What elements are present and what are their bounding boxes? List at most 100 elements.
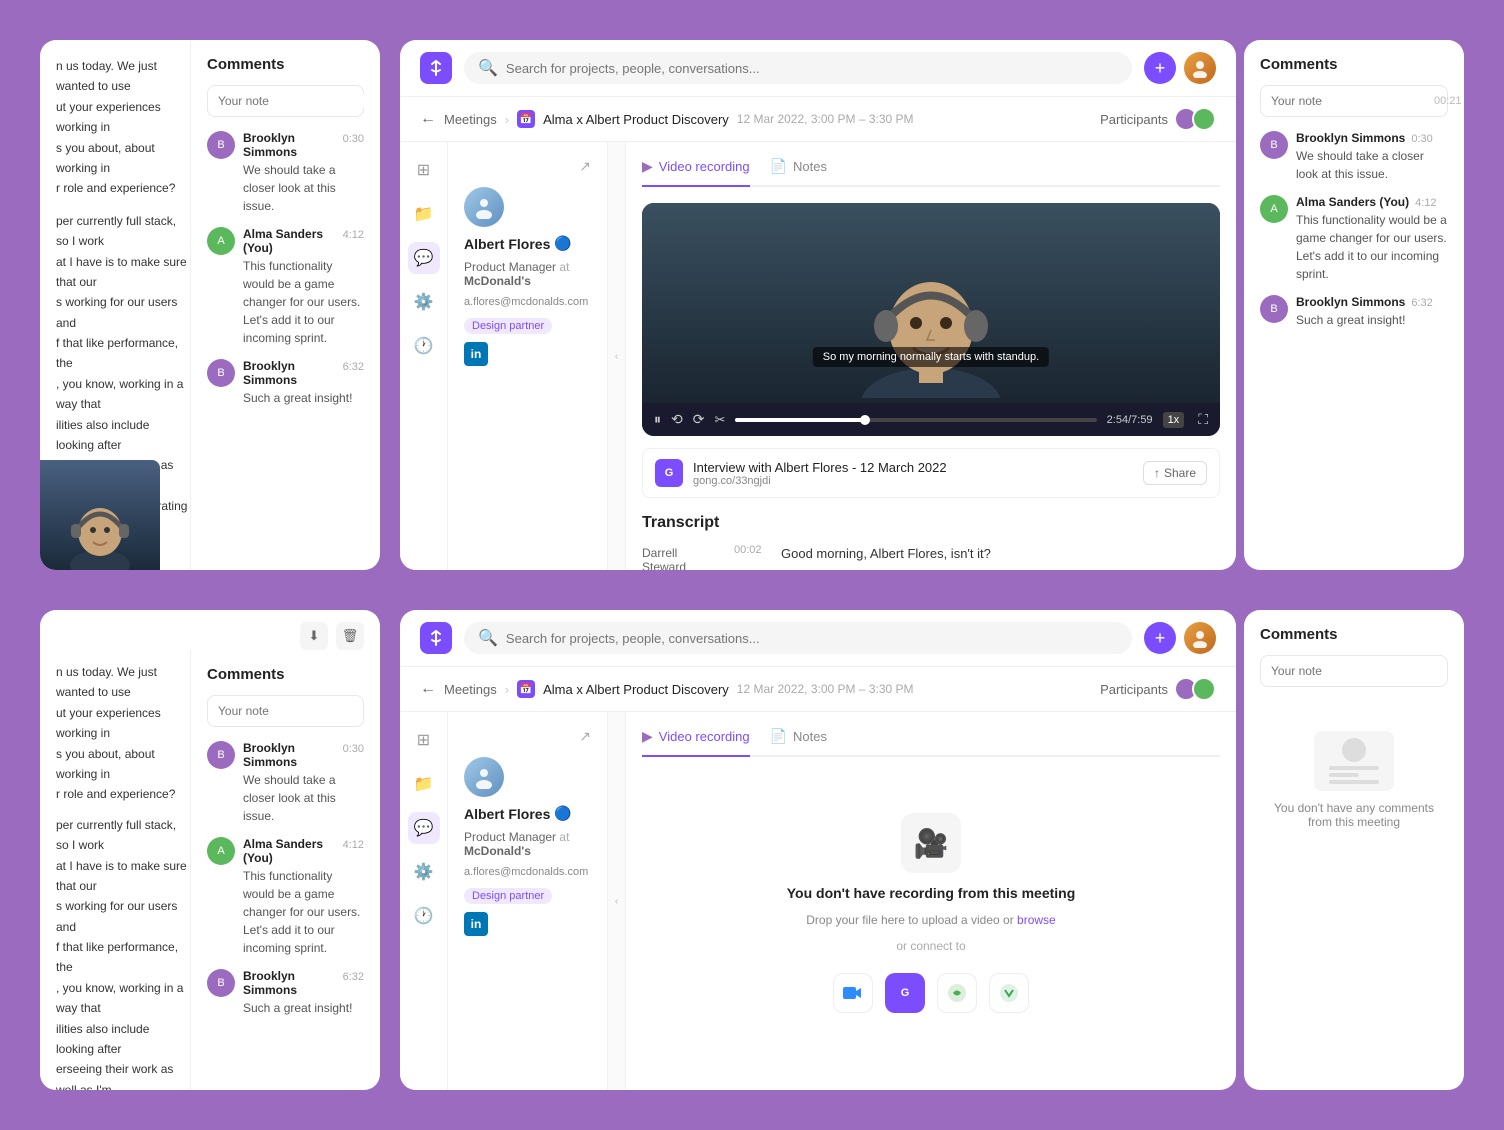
comment-item: B Brooklyn Simmons 6:32 Such a great ins… — [207, 359, 364, 407]
sidebar-icon-grid-b[interactable]: ⊞ — [408, 724, 440, 756]
expand-sidebar-button-bottom[interactable]: ‹ — [608, 712, 626, 1090]
comment-avatar: A — [207, 227, 235, 255]
comment-time-r2: 4:12 — [1415, 197, 1436, 209]
comment-author: Brooklyn Simmons — [243, 359, 337, 387]
note-input-area[interactable]: 00:21 — [207, 85, 364, 117]
search-input-bottom[interactable] — [506, 631, 1118, 646]
share-button[interactable]: ↑ Share — [1143, 461, 1207, 485]
search-icon-bottom: 🔍 — [478, 628, 498, 648]
transcript-partial: n us today. We just wanted to use ut you… — [56, 56, 190, 199]
note-text-bottom[interactable] — [218, 704, 373, 718]
sidebar-icon-grid[interactable]: ⊞ — [408, 154, 440, 186]
comment-content-r2: Alma Sanders (You) 4:12 This functionali… — [1296, 195, 1448, 283]
meetings-link-bottom[interactable]: Meetings — [444, 682, 497, 697]
app-header-bottom: 🔍 + — [400, 610, 1236, 667]
sidebar-icon-chat[interactable]: 💬 — [408, 242, 440, 274]
contact-avatar — [464, 187, 504, 227]
note-text-right[interactable] — [1271, 94, 1426, 108]
video-tab-icon-b: ▶ — [642, 728, 653, 745]
user-avatar-bottom[interactable] — [1184, 622, 1216, 654]
meeting-name-bottom: Alma x Albert Product Discovery — [543, 682, 729, 697]
tab-notes[interactable]: 📄 Notes — [770, 158, 827, 187]
note-time-right: 00:21 — [1434, 95, 1462, 107]
search-bar-bottom[interactable]: 🔍 — [464, 622, 1132, 654]
comment-time: 0:30 — [343, 133, 364, 145]
chorus-icon[interactable] — [937, 973, 977, 1013]
linkedin-icon[interactable]: in — [464, 342, 488, 366]
tab-notes-bottom[interactable]: 📄 Notes — [770, 728, 827, 757]
comment-item-r1: B Brooklyn Simmons 0:30 We should take a… — [1260, 131, 1448, 183]
trash-button[interactable]: 🗑 — [336, 622, 364, 650]
sidebar-icon-clock[interactable]: 🕐 — [408, 330, 440, 362]
add-button-bottom[interactable]: + — [1144, 622, 1176, 654]
sidebar-icon-chat-b[interactable]: 💬 — [408, 812, 440, 844]
transcript-text: Good morning, Albert Flores, isn't it? — [781, 544, 991, 570]
note-text-input[interactable] — [218, 94, 373, 108]
comment-avatar: B — [207, 131, 235, 159]
tab-video-recording-bottom[interactable]: ▶ Video recording — [642, 728, 750, 757]
comments-title-bottom-partial: Comments — [207, 666, 364, 683]
play-pause-button[interactable]: ⏸ — [654, 411, 661, 428]
app-header: 🔍 + — [400, 40, 1236, 97]
download-button[interactable]: ⬇ — [300, 622, 328, 650]
no-comments-state: You don't have any comments from this me… — [1260, 701, 1448, 859]
expand-sidebar-button[interactable]: ‹ — [608, 142, 626, 570]
user-avatar[interactable] — [1184, 52, 1216, 84]
transcript-row: Darrell Steward 00:02 Good morning, Albe… — [642, 544, 1220, 570]
speed-button[interactable]: 1x — [1163, 412, 1185, 428]
note-text-right-bottom[interactable] — [1271, 664, 1437, 678]
contact-role-bottom: Product Manager at McDonald's — [464, 830, 591, 858]
comment-content-b2: Alma Sanders (You) 4:12 This functionali… — [243, 837, 364, 957]
progress-bar[interactable] — [735, 418, 1096, 422]
sidebar-icon-folder-b[interactable]: 📁 — [408, 768, 440, 800]
comment-time: 4:12 — [343, 229, 364, 241]
back-button[interactable]: ← — [420, 110, 436, 128]
app-icon[interactable] — [989, 973, 1029, 1013]
forward-button[interactable]: ⟳ — [693, 411, 705, 428]
external-link-icon-b[interactable]: ↗ — [579, 728, 591, 745]
tab-video-recording[interactable]: ▶ Video recording — [642, 158, 750, 187]
comment-text: We should take a closer look at this iss… — [243, 161, 364, 215]
scissors-button[interactable]: ✂ — [714, 412, 725, 428]
contact-role: Product Manager at McDonald's — [464, 260, 591, 288]
comment-item: B Brooklyn Simmons 0:30 We should take a… — [207, 131, 364, 215]
external-link-icon[interactable]: ↗ — [579, 158, 591, 175]
fullscreen-button[interactable]: ⛶ — [1198, 411, 1208, 428]
search-bar[interactable]: 🔍 — [464, 52, 1132, 84]
sidebar-icon-gear-b[interactable]: ⚙️ — [408, 856, 440, 888]
comment-content: Brooklyn Simmons 0:30 We should take a c… — [243, 131, 364, 215]
comment-time: 6:32 — [343, 361, 364, 373]
notes-tab-icon: 📄 — [770, 158, 787, 175]
note-input-bottom-partial[interactable]: 00:21 — [207, 695, 364, 727]
comment-content-b1: Brooklyn Simmons 0:30 We should take a c… — [243, 741, 364, 825]
comments-panel-partial: Comments 00:21 B Brooklyn Simmons 0:30 W… — [190, 40, 380, 570]
verified-icon: 🔵 — [554, 235, 571, 252]
search-icon: 🔍 — [478, 58, 498, 78]
comment-text: Such a great insight! — [243, 389, 364, 407]
gong-icon[interactable]: G — [885, 973, 925, 1013]
sidebar-icon-clock-b[interactable]: 🕐 — [408, 900, 440, 932]
contact-tag-bottom: Design partner — [464, 888, 552, 904]
search-input[interactable] — [506, 61, 1118, 76]
browse-link[interactable]: browse — [1017, 913, 1056, 927]
back-button-bottom[interactable]: ← — [420, 680, 436, 698]
sidebar-icon-gear[interactable]: ⚙️ — [408, 286, 440, 318]
gong-info: Interview with Albert Flores - 12 March … — [693, 460, 1133, 487]
breadcrumb: ← Meetings › 📅 Alma x Albert Product Dis… — [400, 97, 1236, 142]
sidebar-icon-folder[interactable]: 📁 — [408, 198, 440, 230]
contact-name: Albert Flores 🔵 — [464, 235, 591, 252]
note-input-right-bottom[interactable] — [1260, 655, 1448, 687]
gong-url[interactable]: gong.co/33ngjdi — [693, 475, 1133, 487]
video-mock: So my morning normally starts with stand… — [642, 203, 1220, 403]
comment-author-r2: Alma Sanders (You) — [1296, 195, 1409, 209]
add-button[interactable]: + — [1144, 52, 1176, 84]
progress-fill — [735, 418, 865, 422]
notes-tab-icon-b: 📄 — [770, 728, 787, 745]
rewind-button[interactable]: ⟲ — [671, 411, 683, 428]
zoom-icon[interactable] — [833, 973, 873, 1013]
comments-title-right: Comments — [1260, 56, 1448, 73]
meetings-link[interactable]: Meetings — [444, 112, 497, 127]
note-input-right[interactable]: 00:21 — [1260, 85, 1448, 117]
sidebar-bottom: ⊞ 📁 💬 ⚙️ 🕐 — [400, 712, 448, 1090]
linkedin-icon-bottom[interactable]: in — [464, 912, 488, 936]
